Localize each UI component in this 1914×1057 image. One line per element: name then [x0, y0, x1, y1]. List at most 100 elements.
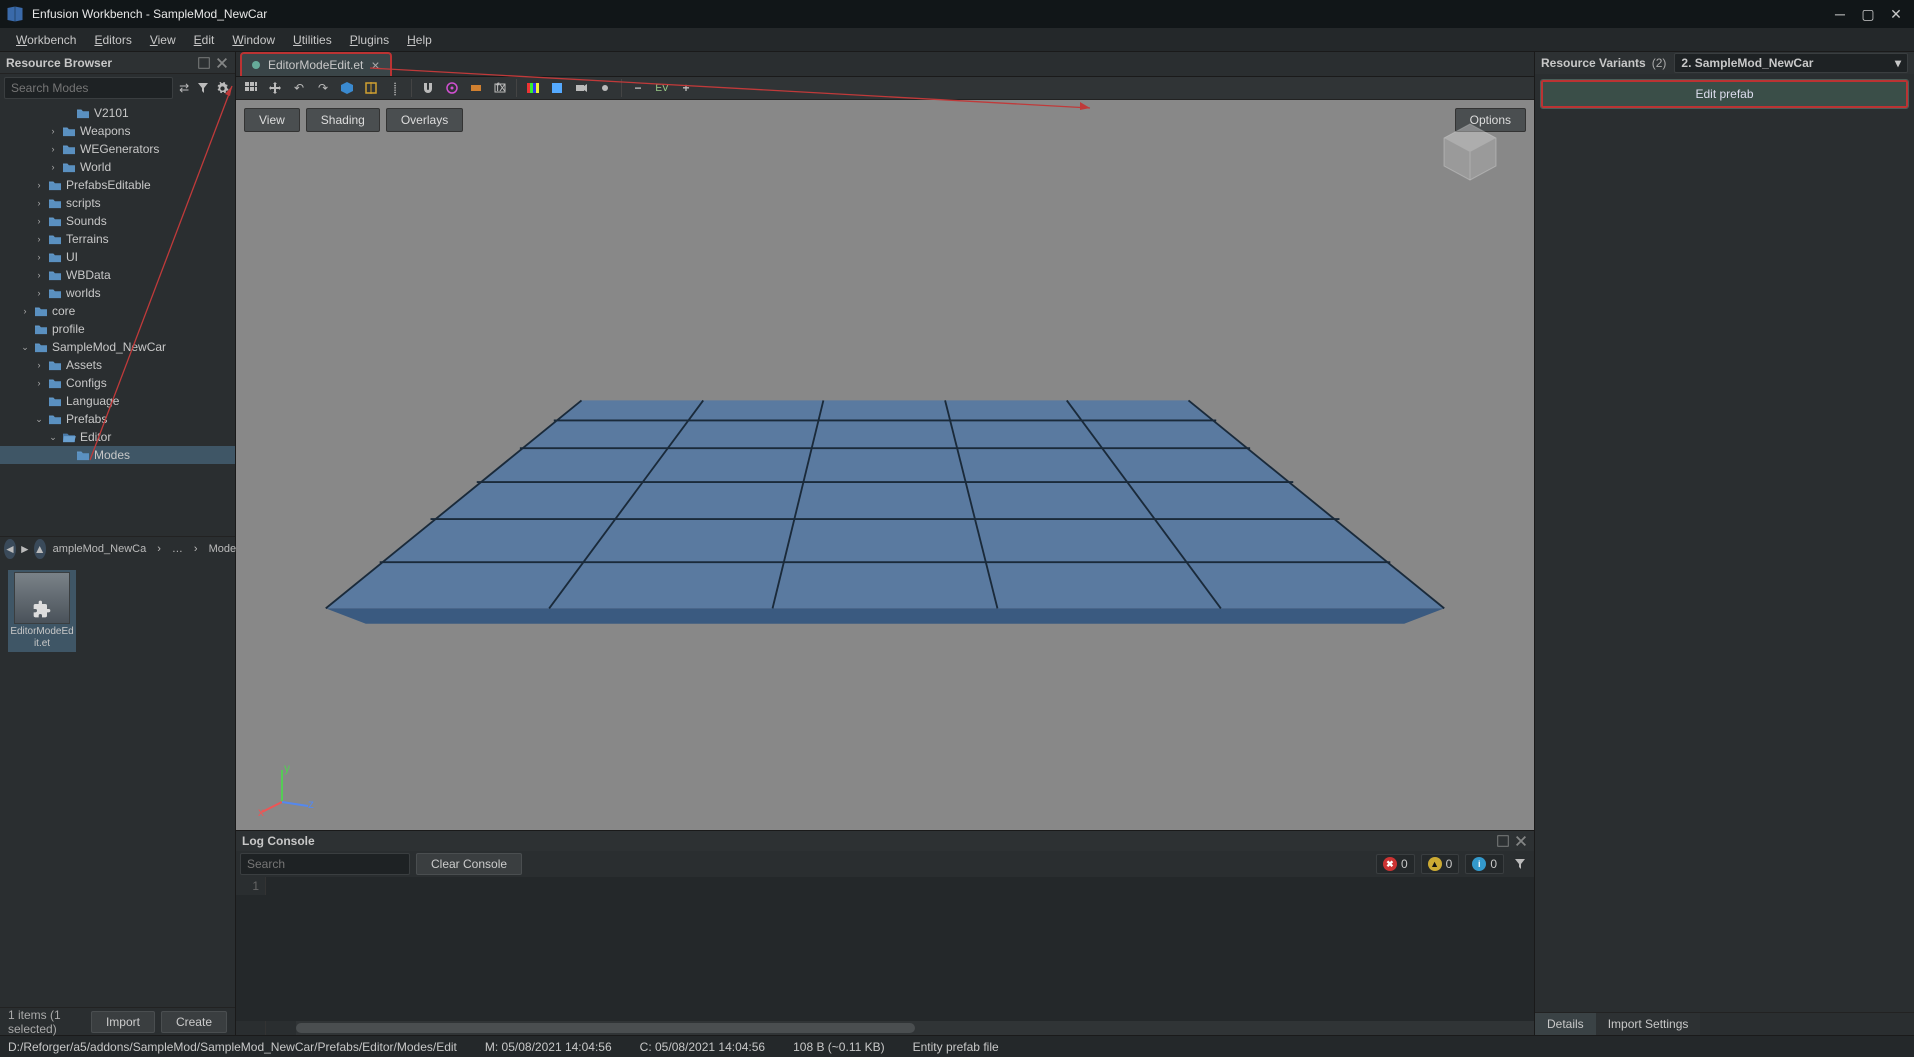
log-body[interactable]: 1 — [236, 877, 1534, 1021]
swap-icon[interactable]: ⇄ — [176, 78, 192, 98]
tree-twisty-icon[interactable]: › — [48, 162, 58, 172]
env-icon[interactable]: EV — [651, 77, 673, 99]
tree-item[interactable]: Language — [0, 392, 235, 410]
tree-item[interactable]: ⌄Prefabs — [0, 410, 235, 428]
plus-icon[interactable]: + — [675, 77, 697, 99]
tree-item[interactable]: ›WBData — [0, 266, 235, 284]
tree-item[interactable]: ›scripts — [0, 194, 235, 212]
tree-twisty-icon[interactable]: › — [48, 144, 58, 154]
breadcrumb[interactable]: ampleMod_NewCa — [49, 541, 151, 557]
cube-icon[interactable] — [336, 77, 358, 99]
tree-twisty-icon[interactable]: › — [34, 252, 44, 262]
tree-item[interactable]: ›Terrains — [0, 230, 235, 248]
tab-details[interactable]: Details — [1535, 1013, 1596, 1035]
breadcrumb[interactable]: … — [168, 541, 187, 557]
asset-thumb[interactable]: EditorModeEdit.et — [8, 570, 76, 652]
tree-twisty-icon[interactable]: › — [34, 360, 44, 370]
tree-twisty-icon[interactable]: › — [34, 234, 44, 244]
tree-twisty-icon[interactable]: › — [34, 270, 44, 280]
orientation-gizmo-icon[interactable] — [1434, 118, 1506, 190]
redo-icon[interactable]: ↷ — [312, 77, 334, 99]
tree-item[interactable]: ›Assets — [0, 356, 235, 374]
clear-console-button[interactable]: Clear Console — [416, 853, 522, 875]
menu-workbench[interactable]: Workbench — [8, 31, 84, 49]
log-scrollbar[interactable] — [236, 1021, 1534, 1035]
tree-twisty-icon[interactable]: › — [34, 378, 44, 388]
nav-back-icon[interactable]: ◄ — [4, 539, 16, 559]
tree-item[interactable]: ›core — [0, 302, 235, 320]
tree-item[interactable]: ›Weapons — [0, 122, 235, 140]
filter-icon[interactable] — [195, 78, 211, 98]
create-button[interactable]: Create — [161, 1011, 227, 1033]
tree-twisty-icon[interactable]: › — [34, 198, 44, 208]
camera-icon[interactable] — [570, 77, 592, 99]
resource-tree[interactable]: V2101›Weapons›WEGenerators›World›Prefabs… — [0, 102, 235, 536]
variant-select[interactable]: 2. SampleMod_NewCar ▾ — [1674, 53, 1908, 73]
search-input[interactable] — [4, 77, 173, 99]
menu-edit[interactable]: Edit — [186, 31, 223, 49]
color-icon[interactable] — [522, 77, 544, 99]
tree-item[interactable]: profile — [0, 320, 235, 338]
menu-editors[interactable]: Editors — [86, 31, 139, 49]
maximize-button[interactable]: ▢ — [1856, 4, 1880, 24]
panel-popout-icon[interactable] — [1496, 834, 1510, 848]
tab-import-settings[interactable]: Import Settings — [1596, 1013, 1701, 1035]
panel-popout-icon[interactable] — [197, 56, 211, 70]
close-button[interactable]: ✕ — [1884, 4, 1908, 24]
tree-twisty-icon[interactable]: › — [34, 288, 44, 298]
grid-icon[interactable] — [240, 77, 262, 99]
viewport-overlays-button[interactable]: Overlays — [386, 108, 463, 132]
log-filter-icon[interactable] — [1510, 854, 1530, 874]
tree-twisty-icon[interactable]: › — [48, 126, 58, 136]
tree-item[interactable]: ›Configs — [0, 374, 235, 392]
panel-close-icon[interactable] — [1514, 834, 1528, 848]
bounds-icon[interactable] — [360, 77, 382, 99]
shading-icon[interactable] — [546, 77, 568, 99]
warn-count-pill[interactable]: ▲0 — [1421, 854, 1460, 874]
tree-twisty-icon[interactable]: ⌄ — [20, 342, 30, 353]
viewport-shading-button[interactable]: Shading — [306, 108, 380, 132]
edit-prefab-button[interactable]: Edit prefab — [1541, 80, 1908, 108]
tree-item[interactable]: ›worlds — [0, 284, 235, 302]
tree-item[interactable]: Modes — [0, 446, 235, 464]
menu-window[interactable]: Window — [224, 31, 283, 49]
snap-icon[interactable]: ⸽ — [384, 77, 406, 99]
panel-close-icon[interactable] — [215, 56, 229, 70]
tree-twisty-icon[interactable]: › — [34, 180, 44, 190]
magnet-icon[interactable] — [417, 77, 439, 99]
tree-twisty-icon[interactable]: ⌄ — [48, 432, 58, 443]
import-button[interactable]: Import — [91, 1011, 155, 1033]
move-icon[interactable] — [264, 77, 286, 99]
tree-twisty-icon[interactable]: › — [20, 306, 30, 316]
log-search-input[interactable] — [240, 853, 410, 875]
tab-close-icon[interactable]: × — [371, 57, 379, 73]
tree-item[interactable]: ›PrefabsEditable — [0, 176, 235, 194]
tree-twisty-icon[interactable]: ⌄ — [34, 414, 44, 425]
fx-icon[interactable]: fx — [489, 77, 511, 99]
viewport-view-button[interactable]: View — [244, 108, 300, 132]
tree-item[interactable]: V2101 — [0, 104, 235, 122]
undo-icon[interactable]: ↶ — [288, 77, 310, 99]
tree-item[interactable]: ›World — [0, 158, 235, 176]
tree-item[interactable]: ⌄Editor — [0, 428, 235, 446]
distance-icon[interactable] — [465, 77, 487, 99]
nav-fwd-icon[interactable]: ► — [19, 539, 31, 559]
viewport[interactable]: View Shading Overlays Options y x z — [236, 100, 1534, 830]
info-count-pill[interactable]: i0 — [1465, 854, 1504, 874]
nav-up-icon[interactable]: ▲ — [34, 539, 46, 559]
ground-icon[interactable] — [441, 77, 463, 99]
tree-item[interactable]: ›Sounds — [0, 212, 235, 230]
menu-plugins[interactable]: Plugins — [342, 31, 397, 49]
menu-help[interactable]: Help — [399, 31, 440, 49]
asset-grid[interactable]: EditorModeEdit.et — [0, 562, 235, 1008]
minus-icon[interactable]: − — [627, 77, 649, 99]
error-count-pill[interactable]: ✖0 — [1376, 854, 1415, 874]
tree-item[interactable]: ›UI — [0, 248, 235, 266]
overlay-icon[interactable] — [594, 77, 616, 99]
tree-twisty-icon[interactable]: › — [34, 216, 44, 226]
gear-icon[interactable] — [215, 78, 231, 98]
minimize-button[interactable]: ─ — [1828, 4, 1852, 24]
editor-tab[interactable]: EditorModeEdit.et × — [240, 52, 392, 76]
tree-item[interactable]: ⌄SampleMod_NewCar — [0, 338, 235, 356]
menu-utilities[interactable]: Utilities — [285, 31, 340, 49]
